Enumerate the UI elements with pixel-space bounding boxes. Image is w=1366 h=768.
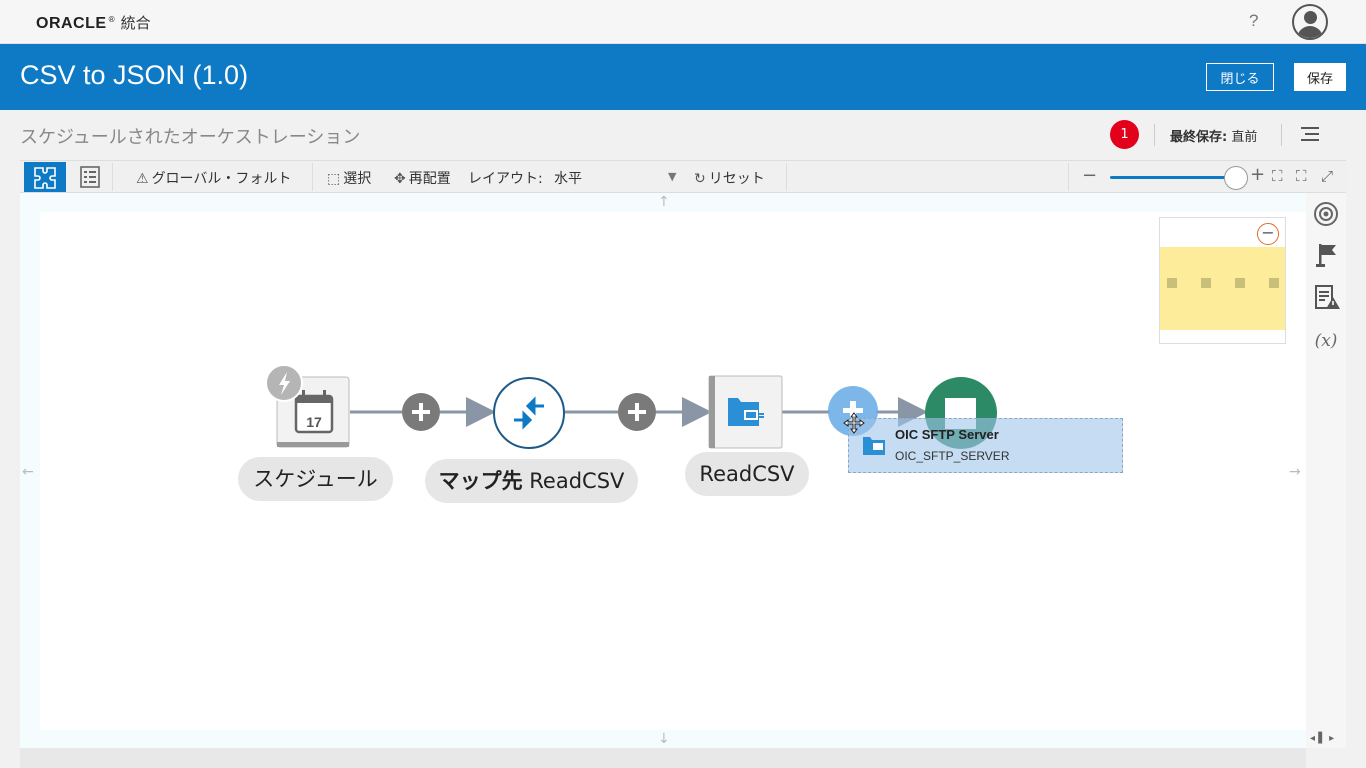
flow-diagram: 17 (265, 364, 997, 449)
map-label-target: ReadCSV (529, 469, 625, 493)
overview-node (1269, 278, 1279, 288)
readcsv-label: ReadCSV (685, 452, 809, 496)
schedule-label: スケジュール (238, 457, 393, 501)
readcsv-node[interactable] (708, 375, 783, 449)
map-label-bold: マップ先 (438, 469, 523, 493)
schedule-node[interactable]: 17 (265, 364, 350, 448)
overview-node (1167, 278, 1177, 288)
right-tool-rail: (x) (1306, 193, 1346, 748)
add-action-button[interactable] (618, 393, 656, 431)
svg-text:(x): (x) (1315, 331, 1338, 351)
scroll-arrows-icon[interactable]: ◂ ▌ ▸ (1310, 733, 1334, 744)
map-node[interactable] (493, 377, 565, 449)
overview-viewport[interactable] (1160, 247, 1285, 330)
move-cursor-icon (843, 412, 865, 434)
horizontal-scrollbar[interactable] (20, 748, 1306, 768)
variable-icon[interactable]: (x) (1306, 327, 1346, 353)
overview-node (1235, 278, 1245, 288)
target-icon[interactable] (1306, 201, 1346, 227)
calendar-date: 17 (306, 414, 322, 430)
flag-icon[interactable] (1306, 242, 1346, 268)
overview-node (1201, 278, 1211, 288)
connection-name: OIC SFTP Server (895, 427, 999, 442)
doc-warning-icon[interactable] (1306, 284, 1346, 312)
collapse-overview-icon[interactable]: − (1257, 223, 1279, 245)
dragged-connection-preview[interactable]: OIC SFTP Server OIC_SFTP_SERVER (848, 418, 1123, 473)
map-label: マップ先 ReadCSV (425, 459, 638, 503)
add-action-button[interactable] (402, 393, 440, 431)
canvas-overview-map[interactable]: − (1159, 217, 1286, 344)
connection-icon (863, 437, 885, 455)
connection-icon (728, 398, 764, 426)
connection-identifier: OIC_SFTP_SERVER (895, 449, 1010, 463)
